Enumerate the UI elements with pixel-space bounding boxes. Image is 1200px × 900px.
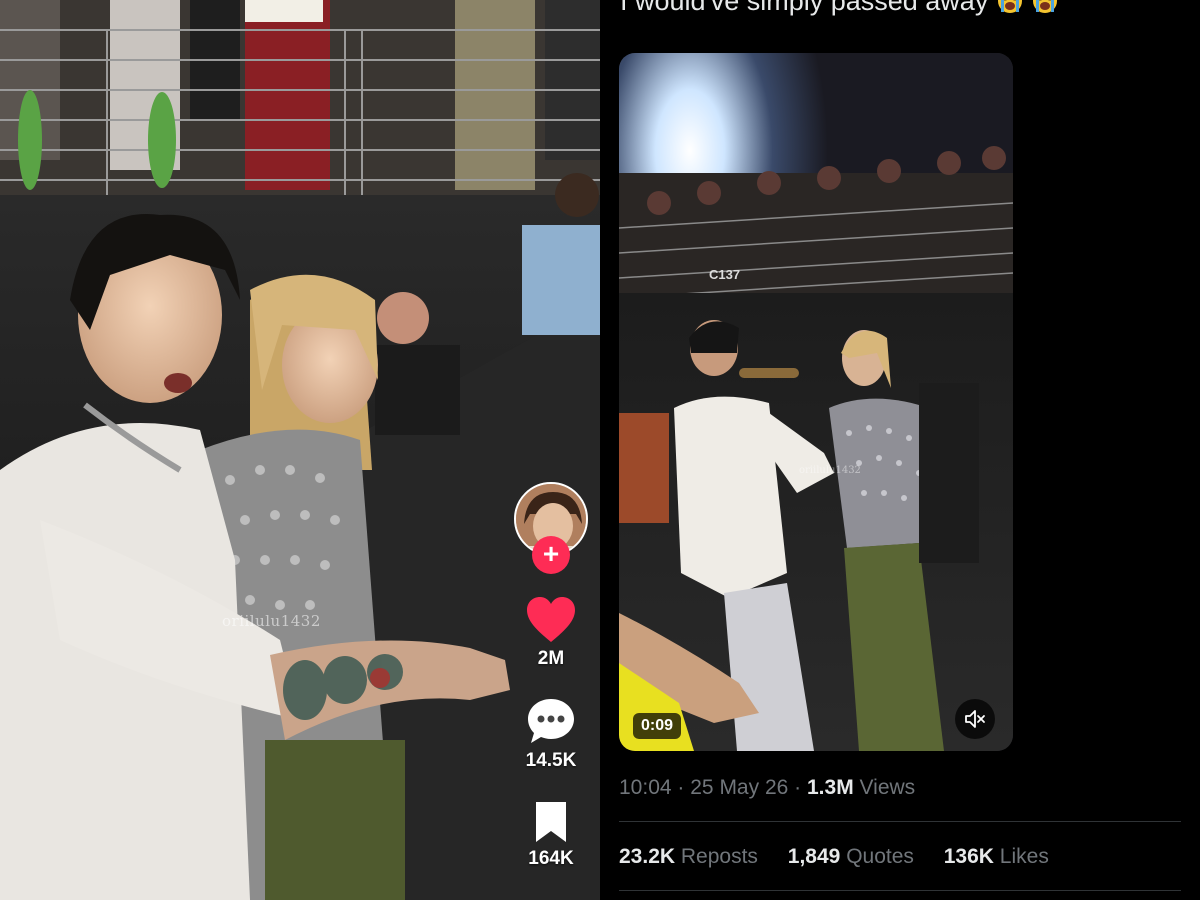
comment-icon (528, 699, 574, 743)
concert-video-frame: C137 oriilulu1432 (619, 53, 1013, 751)
speaker-muted-icon (965, 710, 985, 728)
likes-label: Likes (999, 845, 1049, 868)
tweet-panel: I would've simply passed away C137 oriil… (600, 0, 1200, 900)
like-button[interactable]: 2M (510, 596, 592, 670)
plus-icon: + (542, 538, 560, 569)
comment-button[interactable]: 14.5K (510, 696, 592, 772)
tiktok-watermark: oriilulu1432 (222, 612, 321, 630)
divider (619, 890, 1181, 891)
reposts-stat[interactable]: 23.2K Reposts (619, 845, 758, 869)
tiktok-screenshot: oriilulu1432 + 2M 14.5K 164K (0, 0, 600, 900)
meta-separator: · (794, 776, 802, 799)
quotes-count: 1,849 (787, 845, 841, 868)
reposts-count: 23.2K (619, 845, 676, 868)
tweet-time[interactable]: 10:04 (619, 776, 672, 799)
video-duration-badge: 0:09 (633, 713, 682, 739)
reposts-label: Reposts (680, 845, 758, 868)
mute-button[interactable] (955, 699, 995, 739)
save-button[interactable]: 164K (510, 800, 592, 870)
heart-icon (527, 597, 575, 642)
comment-count: 14.5K (525, 750, 577, 771)
bookmark-icon (536, 802, 566, 842)
tweet-meta: 10:04 · 25 May 26 · 1.3M Views (619, 776, 915, 800)
follow-plus-button[interactable]: + (532, 536, 570, 574)
video-watermark: oriilulu1432 (799, 465, 861, 476)
divider (619, 821, 1181, 822)
save-count: 164K (528, 848, 574, 869)
quotes-label: Quotes (846, 845, 914, 868)
loudly-crying-face-icon (997, 0, 1022, 13)
quotes-stat[interactable]: 1,849 Quotes (788, 845, 914, 869)
loudly-crying-face-icon (1033, 0, 1058, 13)
like-count: 2M (537, 648, 565, 669)
meta-separator: · (677, 776, 685, 799)
likes-count: 136K (943, 845, 994, 868)
tweet-stats: 23.2K Reposts 1,849 Quotes 136K Likes (619, 845, 1073, 869)
views-label: Views (859, 776, 916, 799)
tweet-body: I would've simply passed away (620, 0, 989, 16)
likes-stat[interactable]: 136K Likes (944, 845, 1049, 869)
section-sign: C137 (709, 267, 740, 282)
video-player[interactable]: C137 oriilulu1432 0:09 (619, 53, 1013, 751)
tweet-text: I would've simply passed away (620, 0, 1059, 17)
views-count: 1.3M (807, 776, 854, 799)
tweet-date[interactable]: 25 May 26 (690, 776, 788, 799)
